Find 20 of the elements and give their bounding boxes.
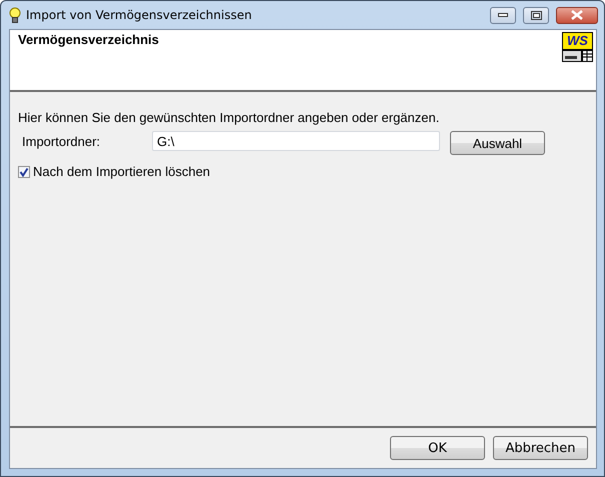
close-button[interactable]: [556, 6, 598, 24]
minimize-icon: [498, 13, 508, 17]
computer-icon: [562, 50, 593, 62]
checkbox[interactable]: [18, 166, 30, 178]
checkmark-icon: [19, 166, 29, 176]
lightbulb-icon: [9, 6, 21, 24]
instruction-text: Hier können Sie den gewünschten Importordner angeben oder ergänzen.: [18, 110, 440, 125]
maximize-icon: [530, 10, 542, 20]
app-logo: WS: [562, 32, 593, 50]
folder-input-field[interactable]: G:\: [152, 131, 440, 151]
cancel-button[interactable]: Abbrechen: [493, 436, 588, 460]
header-title: Vermögensverzeichnis: [18, 32, 159, 49]
minimize-button[interactable]: [490, 6, 516, 24]
maximize-button[interactable]: [523, 6, 549, 24]
ok-button[interactable]: OK: [390, 436, 485, 460]
window-title: Import von Vermögensverzeichnissen: [26, 8, 253, 22]
field-label: Importordner:: [21, 134, 102, 148]
checkbox-label: Nach dem Importieren löschen: [33, 164, 210, 179]
close-icon: [571, 10, 583, 20]
select-button[interactable]: Auswahl: [450, 131, 545, 155]
